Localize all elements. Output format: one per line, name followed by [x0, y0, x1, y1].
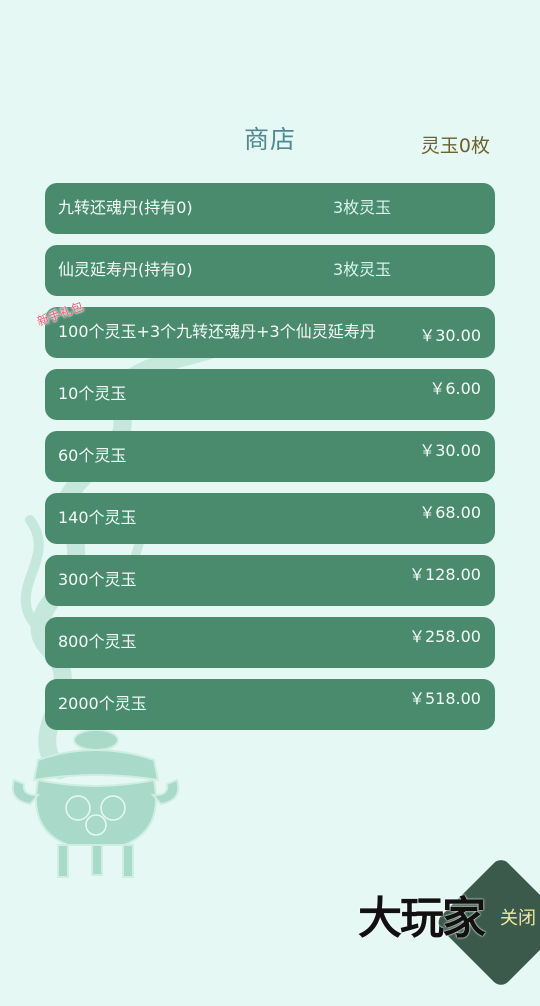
shop-item-jade-800[interactable]: 800个灵玉 ￥258.00	[45, 617, 495, 668]
item-price: ￥30.00	[419, 441, 481, 460]
item-name: 800个灵玉	[58, 632, 137, 651]
item-name: 九转还魂丹(持有0)	[58, 198, 193, 217]
item-cost: 3枚灵玉	[333, 260, 392, 279]
item-name: 60个灵玉	[58, 446, 127, 465]
shop-item-longevity-pill[interactable]: 仙灵延寿丹(持有0) 3枚灵玉	[45, 245, 495, 296]
item-cost: 3枚灵玉	[333, 198, 392, 217]
item-name: 100个灵玉+3个九转还魂丹+3个仙灵延寿丹	[58, 322, 376, 341]
item-price: ￥518.00	[409, 689, 481, 708]
item-name: 10个灵玉	[58, 384, 127, 403]
shop-item-revival-pill[interactable]: 九转还魂丹(持有0) 3枚灵玉	[45, 183, 495, 234]
watermark-logo: 大玩家	[358, 893, 486, 944]
shop-item-jade-140[interactable]: 140个灵玉 ￥68.00	[45, 493, 495, 544]
item-name: 2000个灵玉	[58, 694, 147, 713]
item-name: 仙灵延寿丹(持有0)	[58, 260, 193, 279]
item-price: ￥258.00	[409, 627, 481, 646]
shop-item-jade-10[interactable]: 10个灵玉 ￥6.00	[45, 369, 495, 420]
censer-decoration	[11, 729, 180, 878]
item-name: 140个灵玉	[58, 508, 137, 527]
shop-item-jade-300[interactable]: 300个灵玉 ￥128.00	[45, 555, 495, 606]
close-button-label[interactable]: 关闭	[500, 904, 536, 930]
shop-item-jade-2000[interactable]: 2000个灵玉 ￥518.00	[45, 679, 495, 730]
item-price: ￥6.00	[429, 379, 481, 398]
shop-list: 九转还魂丹(持有0) 3枚灵玉 仙灵延寿丹(持有0) 3枚灵玉 新手礼包 100…	[35, 183, 495, 741]
shop-item-jade-60[interactable]: 60个灵玉 ￥30.00	[45, 431, 495, 482]
item-name: 300个灵玉	[58, 570, 137, 589]
shop-item-starter-pack[interactable]: 新手礼包 100个灵玉+3个九转还魂丹+3个仙灵延寿丹 ￥30.00	[35, 299, 495, 358]
item-price: ￥30.00	[419, 326, 481, 345]
item-price: ￥68.00	[419, 503, 481, 522]
currency-balance: 灵玉0枚	[420, 135, 490, 157]
item-price: ￥128.00	[409, 565, 481, 584]
